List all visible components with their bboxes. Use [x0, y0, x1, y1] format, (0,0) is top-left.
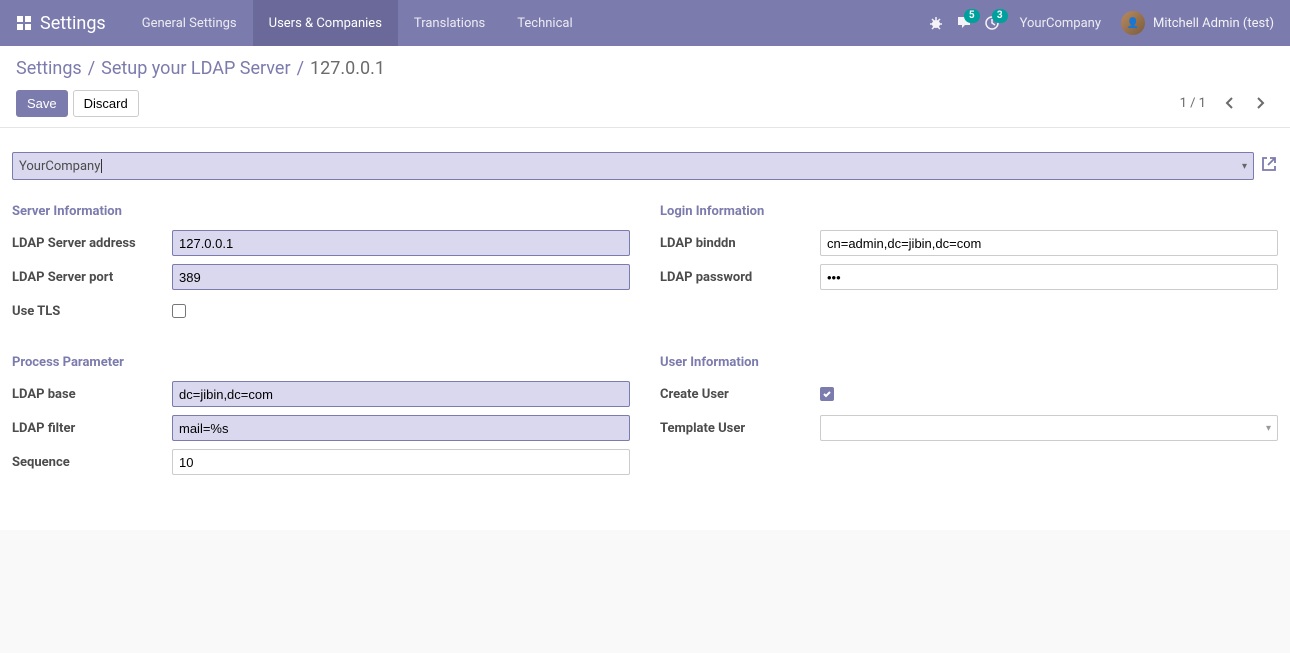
- user-menu[interactable]: 👤 Mitchell Admin (test): [1121, 11, 1274, 35]
- ldap-binddn-label: LDAP binddn: [660, 236, 820, 251]
- ldap-port-input[interactable]: [172, 264, 630, 290]
- nav-general-settings[interactable]: General Settings: [126, 0, 253, 46]
- login-info-title: Login Information: [660, 204, 1278, 219]
- discard-button[interactable]: Discard: [73, 90, 139, 117]
- ldap-base-input[interactable]: [172, 381, 630, 407]
- breadcrumb-root[interactable]: Settings: [16, 58, 82, 79]
- sequence-label: Sequence: [12, 455, 172, 470]
- pager-text[interactable]: 1 / 1: [1180, 96, 1206, 111]
- create-user-label: Create User: [660, 387, 820, 402]
- chevron-down-icon: ▾: [1266, 423, 1271, 434]
- ldap-address-label: LDAP Server address: [12, 236, 172, 251]
- user-info-title: User Information: [660, 355, 1278, 370]
- control-panel: Settings / Setup your LDAP Server / 127.…: [0, 46, 1290, 128]
- breadcrumb-current: 127.0.0.1: [310, 58, 385, 79]
- messages-icon[interactable]: 5: [956, 15, 972, 31]
- ldap-binddn-input[interactable]: [820, 230, 1278, 256]
- chevron-down-icon: ▾: [1242, 161, 1247, 172]
- user-name: Mitchell Admin (test): [1153, 16, 1274, 31]
- create-user-checkbox[interactable]: [820, 387, 834, 401]
- company-switcher[interactable]: YourCompany: [1012, 16, 1109, 31]
- ldap-password-input[interactable]: [820, 264, 1278, 290]
- use-tls-label: Use TLS: [12, 304, 172, 319]
- external-link-icon[interactable]: [1260, 155, 1278, 177]
- messages-badge: 5: [964, 9, 980, 23]
- pager-next[interactable]: [1246, 89, 1274, 117]
- server-info-title: Server Information: [12, 204, 630, 219]
- company-field[interactable]: YourCompany ▾: [12, 152, 1254, 180]
- activities-icon[interactable]: 3: [984, 15, 1000, 31]
- ldap-password-label: LDAP password: [660, 270, 820, 285]
- ldap-address-input[interactable]: [172, 230, 630, 256]
- pager-prev[interactable]: [1216, 89, 1244, 117]
- nav-users-companies[interactable]: Users & Companies: [253, 0, 398, 46]
- company-value: YourCompany: [19, 159, 100, 174]
- template-user-label: Template User: [660, 421, 820, 436]
- ldap-port-label: LDAP Server port: [12, 270, 172, 285]
- app-title[interactable]: Settings: [40, 13, 106, 34]
- nav-menu: General Settings Users & Companies Trans…: [126, 0, 589, 46]
- nav-translations[interactable]: Translations: [398, 0, 501, 46]
- breadcrumb-parent[interactable]: Setup your LDAP Server: [101, 58, 290, 79]
- ldap-filter-label: LDAP filter: [12, 421, 172, 436]
- save-button[interactable]: Save: [16, 90, 68, 117]
- ldap-base-label: LDAP base: [12, 387, 172, 402]
- breadcrumb: Settings / Setup your LDAP Server / 127.…: [16, 58, 1274, 79]
- debug-icon[interactable]: [928, 15, 944, 31]
- sequence-input[interactable]: [172, 449, 630, 475]
- avatar: 👤: [1121, 11, 1145, 35]
- ldap-filter-input[interactable]: [172, 415, 630, 441]
- nav-technical[interactable]: Technical: [501, 0, 588, 46]
- process-title: Process Parameter: [12, 355, 630, 370]
- template-user-select[interactable]: ▾: [820, 415, 1278, 441]
- form-sheet: YourCompany ▾ Server Information LDAP Se…: [12, 152, 1278, 506]
- use-tls-checkbox[interactable]: [172, 304, 186, 318]
- top-navbar: Settings General Settings Users & Compan…: [0, 0, 1290, 46]
- apps-icon[interactable]: [16, 15, 32, 31]
- activities-badge: 3: [992, 9, 1008, 23]
